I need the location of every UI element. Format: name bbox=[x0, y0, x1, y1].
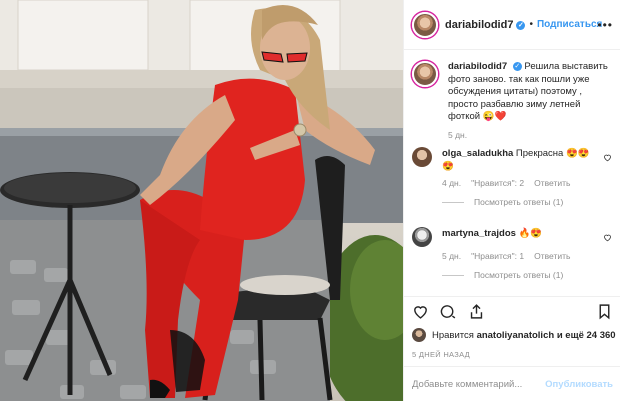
comment-likes[interactable]: "Нравится": 1 bbox=[471, 251, 524, 261]
replies-divider bbox=[442, 201, 464, 203]
comment-meta: 5 дн. "Нравится": 1 Ответить bbox=[442, 251, 612, 261]
likes-summary[interactable]: Нравится anatoliyanatolich и ещё 24 360 bbox=[412, 328, 616, 342]
replies-divider bbox=[442, 274, 464, 276]
commenter-avatar[interactable] bbox=[412, 147, 432, 167]
comment-item: martyna_trajdos 🔥😍 5 дн. "Нравится": 1 О… bbox=[412, 227, 612, 280]
author-username[interactable]: dariabilodid7 ✓ bbox=[445, 19, 526, 31]
verified-badge-icon: ✓ bbox=[516, 20, 526, 30]
like-heart-icon[interactable] bbox=[412, 303, 429, 320]
comment-age: 4 дн. bbox=[442, 178, 462, 188]
reply-button[interactable]: Ответить bbox=[534, 251, 570, 261]
comments-list[interactable]: dariabilodid7 ✓ Решила выставить фото за… bbox=[404, 51, 620, 296]
caption-username[interactable]: dariabilodid7 bbox=[448, 61, 507, 72]
follow-button[interactable]: Подписаться bbox=[537, 19, 602, 30]
add-comment-input[interactable] bbox=[412, 378, 546, 390]
reply-button[interactable]: Ответить bbox=[534, 178, 570, 188]
like-comment-heart-icon[interactable] bbox=[603, 153, 612, 162]
likes-user[interactable]: anatoliyanatolich bbox=[477, 330, 555, 341]
post-timestamp: 5 ДНЕЙ НАЗАД bbox=[412, 350, 471, 359]
post-header: dariabilodid7 ✓ • Подписаться ••• bbox=[404, 0, 620, 50]
comment-bubble-icon[interactable] bbox=[440, 303, 457, 320]
view-replies-button[interactable]: Посмотреть ответы (1) bbox=[442, 270, 612, 280]
caption-avatar[interactable] bbox=[412, 61, 438, 87]
like-comment-heart-icon[interactable] bbox=[603, 233, 612, 242]
caption-age: 5 дн. bbox=[448, 129, 468, 140]
photo-illustration bbox=[0, 0, 403, 401]
comment-meta: 4 дн. "Нравится": 2 Ответить bbox=[442, 178, 612, 188]
more-options-icon[interactable]: ••• bbox=[597, 18, 613, 32]
verified-badge-icon: ✓ bbox=[512, 62, 522, 71]
post-photo[interactable] bbox=[0, 0, 403, 401]
comment-likes[interactable]: "Нравится": 2 bbox=[471, 178, 524, 188]
likes-count[interactable]: и ещё 24 360 bbox=[557, 330, 616, 341]
post-actions-bar bbox=[404, 296, 620, 322]
liker-avatar bbox=[412, 328, 426, 342]
add-comment-bar: Опубликовать bbox=[404, 366, 620, 401]
view-replies-button[interactable]: Посмотреть ответы (1) bbox=[442, 197, 612, 207]
comment-age: 5 дн. bbox=[442, 251, 462, 261]
comment-text: martyna_trajdos 🔥😍 bbox=[442, 227, 596, 240]
author-avatar[interactable] bbox=[412, 11, 438, 38]
comment-body: 🔥😍 bbox=[518, 228, 543, 239]
comment-text: olga_saladukha Прекрасна 😍😍😍 bbox=[442, 147, 596, 173]
share-icon[interactable] bbox=[468, 303, 485, 320]
header-separator: • bbox=[529, 19, 533, 30]
post-side-panel: dariabilodid7 ✓ • Подписаться ••• dariabi… bbox=[403, 0, 620, 401]
comment-item: olga_saladukha Прекрасна 😍😍😍 4 дн. "Нрав… bbox=[412, 147, 612, 207]
comment-username[interactable]: martyna_trajdos bbox=[442, 228, 516, 239]
publish-button[interactable]: Опубликовать bbox=[545, 379, 613, 390]
comment-username[interactable]: olga_saladukha bbox=[442, 148, 513, 159]
caption-text: dariabilodid7 ✓ Решила выставить фото за… bbox=[448, 61, 612, 124]
commenter-avatar[interactable] bbox=[412, 227, 432, 247]
save-bookmark-icon[interactable] bbox=[596, 303, 613, 320]
caption: dariabilodid7 ✓ Решила выставить фото за… bbox=[412, 61, 612, 140]
likes-prefix: Нравится bbox=[432, 329, 474, 341]
